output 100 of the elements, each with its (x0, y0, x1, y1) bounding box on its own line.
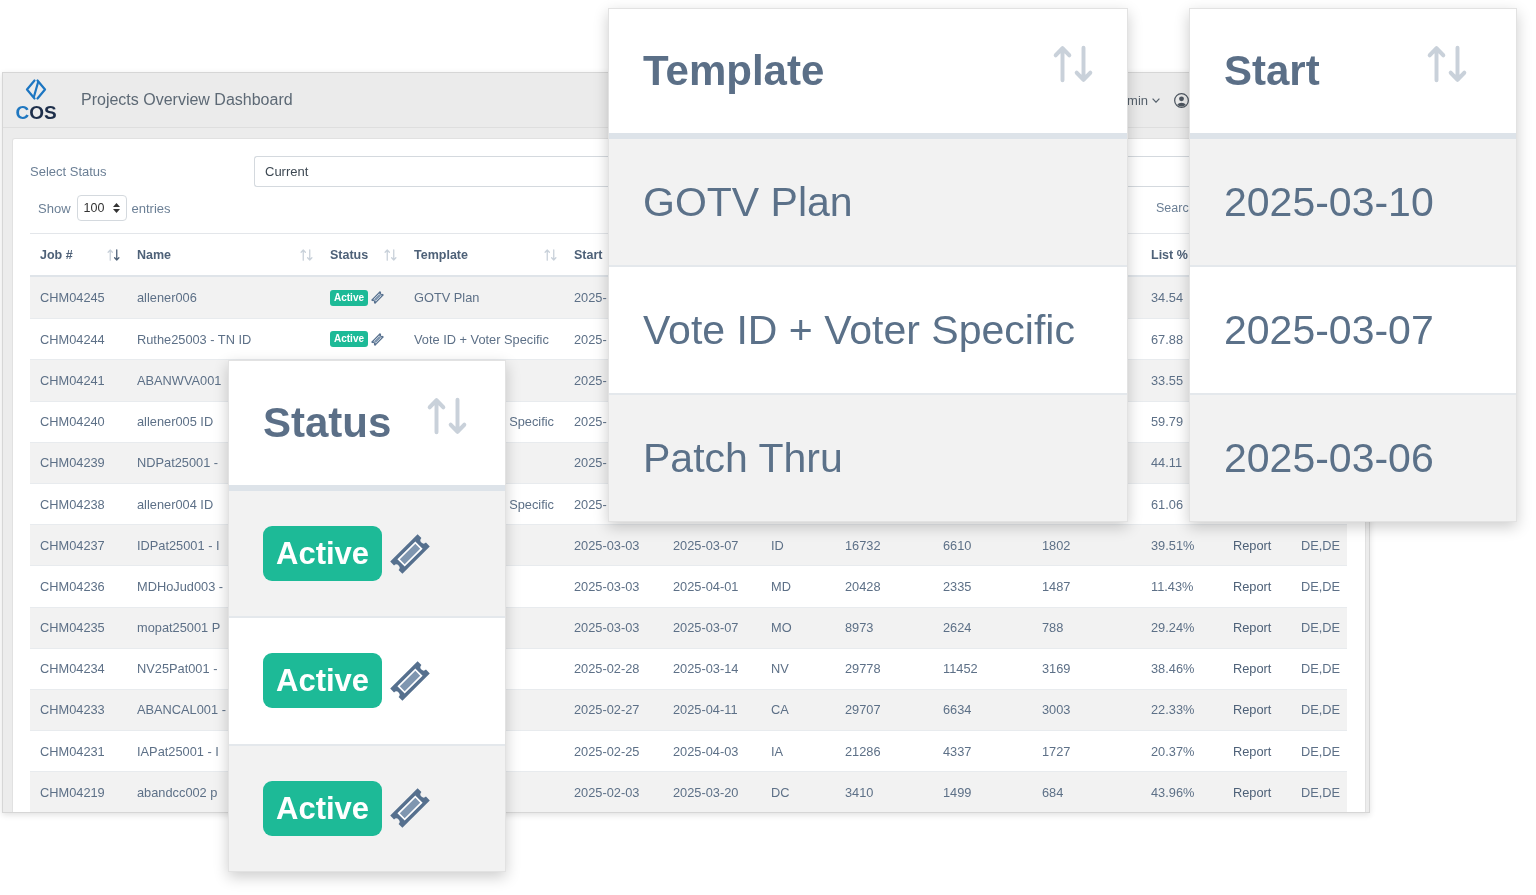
search-label: Searc (1156, 201, 1189, 215)
table-cell: 11452 (943, 661, 978, 677)
status-select[interactable]: Current (254, 156, 608, 187)
table-cell: 2025-02-25 (574, 743, 640, 759)
table-cell: Specific (509, 414, 554, 430)
table-cell: NV25Pat001 - (137, 661, 218, 677)
table-cell: 2025- (574, 455, 607, 471)
table-cell: IAPat25001 - I (137, 743, 219, 759)
table-cell: 29778 (845, 661, 881, 677)
column-header[interactable]: Status (330, 247, 369, 262)
table-cell: CA (771, 702, 789, 718)
table-cell: CHM04238 (40, 496, 105, 512)
column-header: Template (643, 47, 825, 95)
table-cell: CHM04233 (40, 702, 105, 718)
table-cell: IDPat25001 - I (137, 537, 220, 553)
table-cell: GOTV Plan (643, 178, 853, 226)
table-cell: 684 (1042, 784, 1064, 800)
table-cell: 2025-03-07 (673, 537, 739, 553)
table-cell: DC (771, 784, 790, 800)
table-cell: 29707 (845, 702, 881, 718)
user-avatar-icon[interactable] (1174, 92, 1189, 108)
table-cell: 4337 (943, 743, 972, 759)
table-cell: 2025-02-27 (574, 702, 640, 718)
table-cell: 2335 (943, 578, 972, 594)
table-cell: 2025-03-10 (1224, 178, 1434, 226)
table-cell: 2025-04-11 (673, 702, 738, 718)
column-header[interactable]: List % (1151, 247, 1188, 262)
page-title: Projects Overview Dashboard (81, 91, 293, 109)
table-cell: allener006 (137, 290, 197, 306)
table-cell: CHM04237 (40, 537, 105, 553)
table-cell: DE,DE (1301, 620, 1341, 636)
table-cell: 33.55 (1151, 372, 1184, 388)
column-header[interactable]: Start (574, 247, 603, 262)
table-cell: CHM04231 (40, 743, 105, 759)
table-cell: 2025-03-06 (1224, 434, 1434, 482)
report-link[interactable]: Report (1233, 537, 1272, 553)
column-header[interactable]: Job # (40, 247, 73, 262)
table-cell: Vote ID + Voter Specific (414, 331, 549, 347)
column-header[interactable]: Template (414, 247, 468, 262)
table-cell: CHM04234 (40, 661, 105, 677)
table-cell: 2025-02-03 (574, 784, 640, 800)
report-link[interactable]: Report (1233, 661, 1272, 677)
column-header: Start (1224, 47, 1320, 95)
table-cell: CHM04244 (40, 331, 105, 347)
table-cell: Patch Thru (643, 434, 843, 482)
table-cell: IA (771, 743, 784, 759)
table-cell: 2025-04-03 (673, 743, 739, 759)
table-cell: DE,DE (1301, 784, 1341, 800)
report-link[interactable]: Report (1233, 702, 1272, 718)
table-cell: 2025- (574, 290, 607, 306)
ticket-icon (390, 661, 431, 701)
column-header[interactable]: Name (137, 247, 172, 262)
table-cell: Ruthe25003 - TN ID (137, 331, 252, 347)
report-link[interactable]: Report (1233, 743, 1272, 759)
table-cell: 6634 (943, 702, 972, 718)
report-link[interactable]: Report (1233, 620, 1272, 636)
logo-text: COS (15, 102, 57, 122)
table-cell: 8973 (845, 620, 874, 636)
table-cell: allener004 ID (137, 496, 214, 512)
table-cell: 38.46% (1151, 661, 1195, 677)
table-cell: 61.06 (1151, 496, 1184, 512)
table-cell: MD (771, 578, 791, 594)
status-badge: Active (330, 289, 368, 306)
table-cell: DE,DE (1301, 537, 1341, 553)
table-cell: MDHoJud003 - (137, 578, 224, 594)
table-cell: 22.33% (1151, 702, 1195, 718)
table-cell: 39.51% (1151, 537, 1195, 553)
table-cell: 67.88 (1151, 331, 1184, 347)
table-cell: 788 (1042, 620, 1064, 636)
table-cell: DE,DE (1301, 702, 1341, 718)
table-cell: ABANCAL001 - (137, 702, 226, 718)
table-cell: 21286 (845, 743, 881, 759)
table-cell: 1487 (1042, 578, 1071, 594)
table-cell: 2025-03-14 (673, 661, 739, 677)
table-cell: 2025-03-03 (574, 620, 640, 636)
table-cell: 11.43% (1151, 578, 1194, 594)
table-cell: allener005 ID (137, 414, 214, 430)
table-cell: 2025-04-01 (673, 578, 739, 594)
table-cell: Specific (509, 496, 554, 512)
table-cell: 34.54 (1151, 290, 1184, 306)
ticket-icon[interactable] (371, 332, 384, 346)
logo-icon (25, 78, 47, 100)
report-link[interactable]: Report (1233, 578, 1272, 594)
table-cell: 2025- (574, 414, 607, 430)
entries-select[interactable]: 100 (76, 195, 127, 221)
table-cell: 1499 (943, 784, 972, 800)
table-cell: 20428 (845, 578, 881, 594)
column-header: Status (263, 399, 392, 447)
field-label: entries (131, 200, 171, 216)
ticket-icon[interactable] (371, 291, 384, 305)
table-cell: DE,DE (1301, 578, 1341, 594)
table-cell: 2025-03-20 (673, 784, 739, 800)
sort-icon[interactable] (107, 248, 120, 261)
table-cell: CHM04235 (40, 620, 105, 636)
table-cell: 2025-03-07 (673, 620, 739, 636)
table-cell: MO (771, 620, 792, 636)
table-cell: 2624 (943, 620, 972, 636)
ticket-icon (390, 788, 431, 829)
table-cell: 59.79 (1151, 414, 1184, 430)
report-link[interactable]: Report (1233, 784, 1272, 800)
